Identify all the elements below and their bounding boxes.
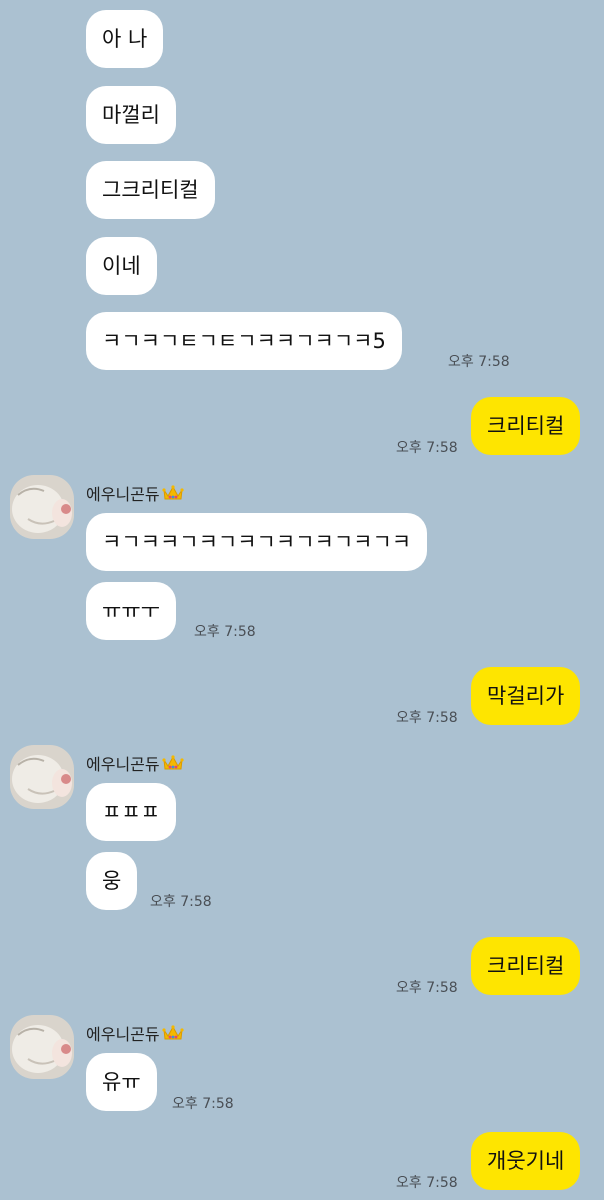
message-bubble-outgoing[interactable]: 크리티컬	[471, 397, 581, 455]
sender-name: 에우니곤듀	[86, 481, 184, 505]
message-bubble-incoming[interactable]: 그크리티컬	[86, 161, 215, 219]
message-timestamp: 오후 7:58	[448, 354, 510, 370]
crown-icon	[162, 485, 184, 500]
message-timestamp: 오후 7:58	[396, 980, 458, 996]
crown-icon	[162, 755, 184, 770]
message-bubble-outgoing[interactable]: 개웃기네	[471, 1132, 581, 1190]
message-timestamp: 오후 7:58	[150, 894, 212, 910]
message-bubble-incoming[interactable]: 이네	[86, 237, 157, 295]
message-bubble-outgoing[interactable]: 막걸리가	[471, 667, 581, 725]
message-timestamp: 오후 7:58	[194, 624, 256, 640]
crown-icon	[162, 1025, 184, 1040]
sender-name-text: 에우니곤듀	[86, 755, 160, 774]
message-bubble-incoming[interactable]: 유ㅠ	[86, 1053, 157, 1111]
message-bubble-incoming[interactable]: 웅	[86, 852, 138, 910]
message-bubble-outgoing[interactable]: 크리티컬	[471, 937, 581, 995]
message-bubble-incoming[interactable]: ㅋㄱㅋㅋㄱㅋㄱㅋㄱㅋㄱㅋㄱㅋㄱㅋ	[86, 513, 428, 571]
message-bubble-incoming[interactable]: ㅋㄱㅋㄱㅌㄱㅌㄱㅋㅋㄱㅋㄱㅋ5	[86, 312, 402, 370]
cat-avatar-icon	[10, 745, 74, 809]
sender-avatar[interactable]	[10, 745, 74, 809]
message-bubble-incoming[interactable]: ㅠㅠㅜ	[86, 582, 176, 640]
sender-name: 에우니곤듀	[86, 751, 184, 775]
sender-avatar[interactable]	[10, 475, 74, 539]
message-bubble-incoming[interactable]: ㅍㅍㅍ	[86, 783, 176, 841]
cat-avatar-icon	[10, 475, 74, 539]
message-timestamp: 오후 7:58	[172, 1096, 234, 1112]
message-timestamp: 오후 7:58	[396, 1175, 458, 1191]
message-bubble-incoming[interactable]: 마껄리	[86, 86, 176, 144]
message-bubble-incoming[interactable]: 아 나	[86, 10, 164, 68]
message-timestamp: 오후 7:58	[396, 440, 458, 456]
cat-avatar-icon	[10, 1015, 74, 1079]
sender-name-text: 에우니곤듀	[86, 485, 160, 504]
sender-name-text: 에우니곤듀	[86, 1025, 160, 1044]
sender-name: 에우니곤듀	[86, 1021, 184, 1045]
sender-avatar[interactable]	[10, 1015, 74, 1079]
message-timestamp: 오후 7:58	[396, 710, 458, 726]
